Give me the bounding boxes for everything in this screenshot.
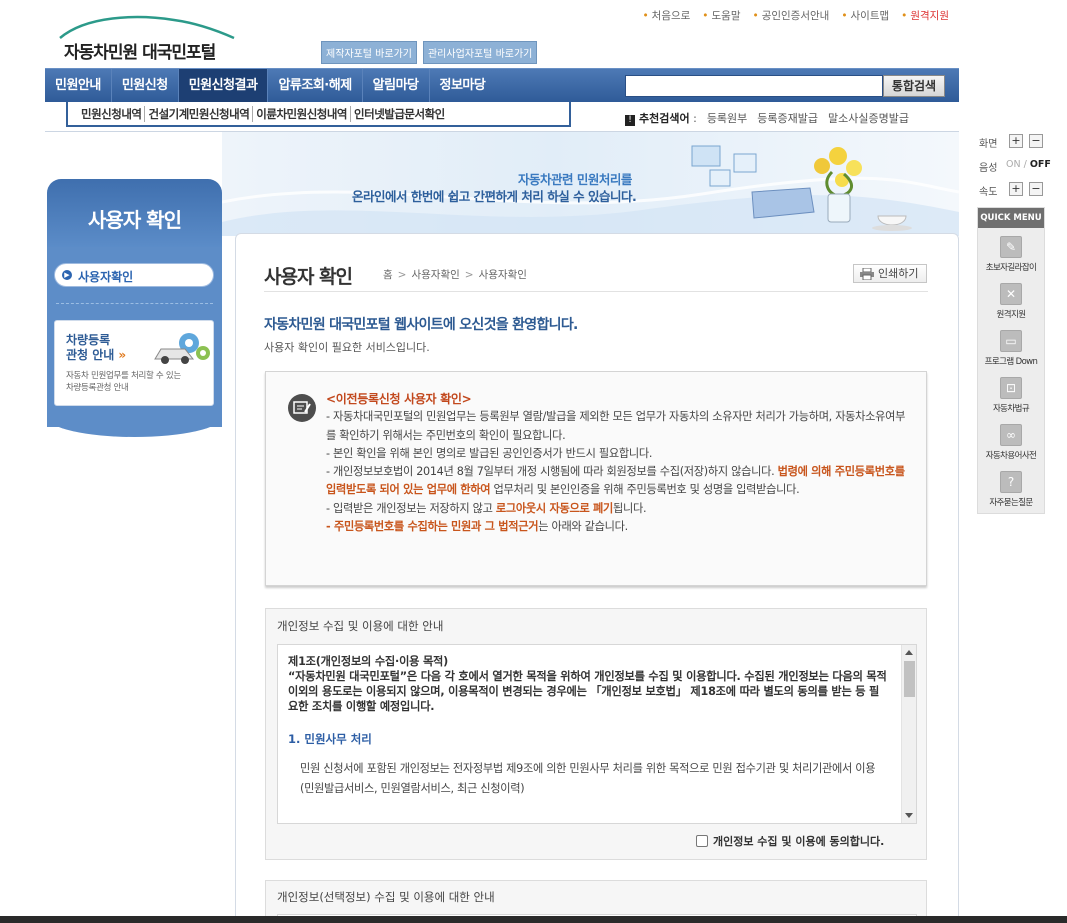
breadcrumb: 홈 > 사용자확인 > 사용자확인 (383, 269, 527, 281)
privacy-agree[interactable]: 개인정보 수집 및 이용에 동의합니다. (696, 833, 884, 849)
scrollbar[interactable] (901, 645, 916, 823)
zoom-label: 화면 (979, 139, 998, 150)
notice-line-3: - 개인정보보호법이 2014년 8월 7일부터 개정 시행됨에 따라 회원정보… (326, 465, 905, 497)
nav-civil-guide[interactable]: 민원안내 (45, 69, 112, 103)
voice-toggle[interactable]: ON / OFF (1006, 159, 1051, 170)
banner-line-2: 온라인에서 한번에 쉽고 간편하게 처리 하실 수 있습니다. (352, 189, 637, 204)
search-button[interactable]: 통합검색 (883, 75, 945, 97)
notice-line-5: - 주민등록번호를 수집하는 민원과 그 법적근거는 아래와 같습니다. (326, 520, 628, 534)
alert-icon: ! (625, 115, 635, 126)
breadcrumb-level1[interactable]: 사용자확인 (411, 269, 459, 281)
nav-info[interactable]: 정보마당 (430, 69, 496, 103)
monitor-icon: ▭ (1000, 330, 1022, 352)
notice-line-1: - 자동차대국민포털의 민원업무는 등록원부 열람/발급을 제외한 모든 업무가… (326, 410, 906, 442)
quick-program-download[interactable]: ▭ 프로그램 Down (978, 326, 1044, 372)
guide-icon: ✎ (1000, 236, 1022, 258)
bottom-bar (0, 916, 1067, 923)
quick-menu: QUICK MENU ✎ 초보자길라잡이 ✕ 원격지원 ▭ 프로그램 Down … (977, 207, 1045, 514)
speed-down-button[interactable]: − (1029, 182, 1043, 196)
search-input[interactable] (625, 75, 883, 97)
quick-faq[interactable]: ? 자주묻는질문 (978, 467, 1044, 513)
quick-beginner-guide[interactable]: ✎ 초보자길라잡이 (978, 232, 1044, 278)
subnav-doc-verify[interactable]: 인터넷발급문서확인 (351, 106, 448, 122)
hero-banner: 자동차관련 민원처리를 온라인에서 한번에 쉽고 간편하게 처리 하실 수 있습… (222, 132, 959, 236)
notice-box: <이전등록신청 사용자 확인> - 자동차대국민포털의 민원업무는 등록원부 열… (265, 371, 927, 586)
subnav-motorcycle-history[interactable]: 이륜차민원신청내역 (253, 105, 352, 122)
car-icon: ⊡ (1000, 377, 1022, 399)
registration-office-promo[interactable]: 차량등록 관청 안내» 자동차 민원업무를 처리할 수 있는 차량등록관청 안내 (54, 320, 214, 406)
quick-menu-title: QUICK MENU (978, 208, 1044, 228)
util-link-home[interactable]: • 처음으로 (642, 8, 690, 23)
breadcrumb-current: 사용자확인 (478, 269, 527, 281)
quick-car-law[interactable]: ⊡ 자동차법규 (978, 373, 1044, 419)
section-paragraph: 민원 신청서에 포함된 개인정보는 전자정부법 제9조에 의한 민원사무 처리를… (300, 762, 876, 795)
nav-apply-result[interactable]: 민원신청결과 (178, 69, 269, 103)
zoom-out-button[interactable]: − (1029, 134, 1043, 148)
utility-links: • 처음으로 • 도움말 • 공인인증서안내 • 사이트맵 • 원격지원 (642, 8, 949, 23)
util-link-sitemap[interactable]: • 사이트맵 (841, 8, 889, 23)
banner-illustration-icon (691, 145, 912, 231)
question-icon: ? (1000, 471, 1022, 493)
page-title: 사용자 확인 (264, 266, 353, 288)
welcome-subtext: 사용자 확인이 필요한 서비스입니다. (264, 341, 430, 354)
keyword-1[interactable]: 등록원부 (707, 110, 747, 126)
nav-notice[interactable]: 알림마당 (363, 69, 430, 103)
memo-icon (288, 394, 316, 422)
print-button[interactable]: 인쇄하기 (853, 264, 927, 283)
notice-line-4: - 입력받은 개인정보는 저장하지 않고 로그아웃시 자동으로 폐기됩니다. (326, 501, 647, 515)
left-nav: 사용자 확인 ▶ 사용자확인 차량등록 관청 안내» 자동차 민원업무를 처리할… (47, 179, 222, 437)
util-link-remote[interactable]: • 원격지원 (901, 8, 949, 23)
agree-label: 개인정보 수집 및 이용에 동의합니다. (713, 835, 885, 848)
bullet-icon: ▶ (62, 270, 72, 280)
keyword-2[interactable]: 등록증재발급 (757, 110, 818, 126)
notice-line-2: - 본인 확인을 위해 본인 명의로 발급된 공인인증서가 반드시 필요합니다. (326, 446, 653, 460)
recommended-keywords: ! 추천검색어 : 등록원부 등록증재발급 말소사실증명발급 (625, 110, 909, 126)
voice-label: 음성 (979, 163, 998, 174)
quick-remote-support[interactable]: ✕ 원격지원 (978, 279, 1044, 325)
notice-heading: <이전등록신청 사용자 확인> (326, 392, 472, 406)
scrollbar-thumb[interactable] (904, 661, 915, 697)
welcome-heading: 자동차민원 대국민포털 웹사이트에 오신것을 환영합니다. (264, 317, 578, 333)
article-title: 제1조(개인정보의 수집·이용 목적) (288, 655, 449, 668)
speed-label: 속도 (979, 187, 998, 198)
privacy-terms-scrollbox[interactable]: 제1조(개인정보의 수집·이용 목적) “자동차민원 대국민포털”은 다음 각 … (277, 644, 917, 824)
agree-checkbox[interactable] (696, 835, 708, 847)
car-gear-icon (154, 333, 210, 364)
scroll-up-icon[interactable] (905, 650, 913, 655)
scroll-down-icon[interactable] (905, 813, 913, 818)
quick-car-dictionary[interactable]: ∞ 자동차용어사전 (978, 420, 1044, 466)
privacy-consent-section: 개인정보 수집 및 이용에 대한 안내 제1조(개인정보의 수집·이용 목적) … (265, 608, 927, 860)
recommended-label: 추천검색어 (639, 112, 690, 125)
link-icon: ∞ (1000, 424, 1022, 446)
privacy-title: 개인정보 수집 및 이용에 대한 안내 (277, 619, 444, 633)
util-link-help[interactable]: • 도움말 (702, 8, 740, 23)
subnav-construction-history[interactable]: 건설기계민원신청내역 (145, 105, 254, 122)
nav-seizure[interactable]: 압류조회·해제 (268, 69, 363, 103)
article-body: “자동차민원 대국민포털”은 다음 각 호에서 열거한 목적을 위하여 개인정보… (288, 670, 887, 713)
logo-text: 자동차민원 대국민포털 (64, 43, 216, 63)
maker-portal-button[interactable]: 제작자포털 바로가기 (321, 41, 417, 64)
left-nav-item-user-check[interactable]: ▶ 사용자확인 (54, 263, 214, 287)
speed-up-button[interactable]: + (1009, 182, 1023, 196)
sub-nav: 민원신청내역 건설기계민원신청내역 이륜차민원신청내역 인터넷발급문서확인 (66, 102, 571, 127)
nav-civil-apply[interactable]: 민원신청 (112, 69, 179, 103)
tools-icon: ✕ (1000, 283, 1022, 305)
section-title: 1. 민원사무 처리 (288, 732, 372, 746)
optional-privacy-title: 개인정보(선택정보) 수집 및 이용에 대한 안내 (277, 890, 495, 904)
keyword-3[interactable]: 말소사실증명발급 (828, 110, 909, 126)
main-nav: 민원안내 민원신청 민원신청결과 압류조회·해제 알림마당 정보마당 통합검색 (45, 68, 959, 103)
zoom-in-button[interactable]: + (1009, 134, 1023, 148)
site-logo[interactable]: 자동차민원 대국민포털 (56, 12, 246, 63)
operator-portal-button[interactable]: 관리사업자포털 바로가기 (422, 41, 538, 64)
subnav-apply-history[interactable]: 민원신청내역 (78, 105, 146, 122)
double-arrow-icon: » (118, 348, 127, 362)
printer-icon (860, 268, 874, 280)
left-nav-title: 사용자 확인 (47, 179, 222, 247)
breadcrumb-home[interactable]: 홈 (383, 269, 393, 281)
util-link-cert[interactable]: • 공인인증서안내 (752, 8, 829, 23)
